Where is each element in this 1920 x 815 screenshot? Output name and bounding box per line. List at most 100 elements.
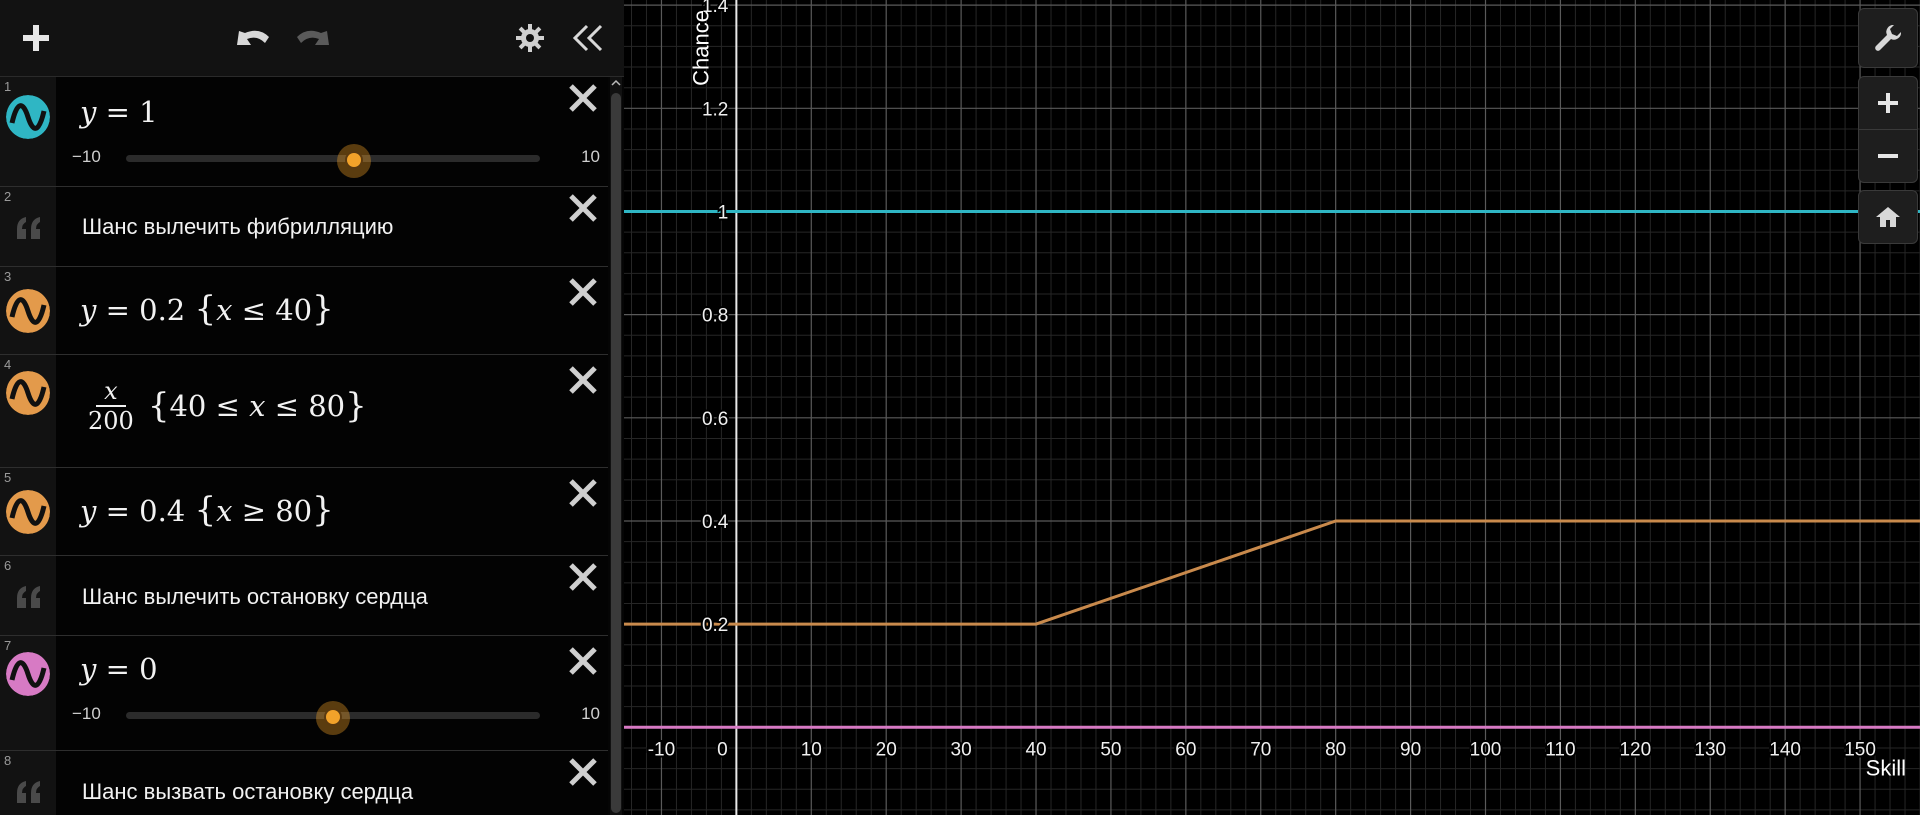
note-row-2[interactable]: 2 Шанс вылечить фибрилляцию <box>0 187 608 267</box>
brace-close: } <box>312 490 334 530</box>
expression-math[interactable]: x 200 { 40 ≤ x ≤ 80 } <box>88 377 367 435</box>
delete-expression-icon[interactable] <box>566 755 600 789</box>
note-text[interactable]: Шанс вызвать остановку сердца <box>82 779 413 805</box>
graph-color-icon[interactable] <box>6 371 50 415</box>
expression-math[interactable]: y = 1 <box>80 95 158 129</box>
slider-min: −10 <box>72 147 101 166</box>
brace-close: } <box>312 289 334 329</box>
slider-max: 10 <box>581 704 600 723</box>
x-tick-label: 40 <box>1025 739 1046 760</box>
y-tick-label: 0.4 <box>702 512 729 533</box>
double-chevron-left-icon <box>572 24 603 52</box>
delete-expression-icon[interactable] <box>566 191 600 225</box>
delete-expression-icon[interactable] <box>566 644 600 678</box>
cond-term: x <box>249 389 266 423</box>
slider-knob[interactable] <box>346 153 361 167</box>
cond-op: ≤ <box>241 293 267 327</box>
cond-op: ≥ <box>241 494 267 528</box>
expression-math[interactable]: y = 0.4 {x ≥ 80} <box>80 490 334 530</box>
note-row-6[interactable]: 6 Шанс вылечить остановку сердца <box>0 556 608 636</box>
x-tick-label: 80 <box>1325 739 1346 760</box>
brace-open: { <box>194 289 217 329</box>
x-tick-label: 140 <box>1769 739 1801 760</box>
math-op: = <box>105 652 130 686</box>
brace-close: } <box>345 386 367 426</box>
slider-track[interactable] <box>126 701 540 735</box>
row-index: 2 <box>4 189 12 204</box>
slider-knob[interactable] <box>326 710 340 724</box>
slider-min: −10 <box>72 704 101 723</box>
graph-color-icon[interactable] <box>6 652 50 696</box>
add-expression-button[interactable] <box>12 14 60 62</box>
slider-max: 10 <box>581 147 600 166</box>
expression-math[interactable]: y = 0 <box>80 652 158 686</box>
cond-term: 40 <box>169 389 207 423</box>
cond-term: x <box>216 293 233 327</box>
note-text[interactable]: Шанс вылечить фибрилляцию <box>82 214 393 240</box>
expression-list-scrollbar[interactable] <box>610 77 622 815</box>
math-lhs: y <box>80 293 97 327</box>
graph-color-icon[interactable] <box>6 95 50 139</box>
math-op: = <box>105 293 130 327</box>
y-axis-title: Chance <box>688 10 713 86</box>
cond-op: ≤ <box>215 389 240 423</box>
expression-row-4[interactable]: 4 x 200 { 40 ≤ x ≤ 80 } <box>0 355 608 468</box>
wrench-icon <box>1875 24 1902 51</box>
expression-row-3[interactable]: 3 y = 0.2 {x ≤ 40} <box>0 267 608 355</box>
brace-open: { <box>194 490 217 530</box>
expression-row-5[interactable]: 5 y = 0.4 {x ≥ 80} <box>0 468 608 556</box>
y-tick-label: 0.2 <box>702 615 728 636</box>
x-tick-label: 130 <box>1694 739 1726 760</box>
x-tick-label: 60 <box>1175 739 1196 760</box>
x-axis-title: Skill <box>1866 755 1906 780</box>
math-lhs: y <box>80 652 97 686</box>
delete-expression-icon[interactable] <box>566 363 600 397</box>
y-tick-label: 0.8 <box>702 306 728 327</box>
graph-color-icon[interactable] <box>6 490 50 534</box>
y-tick-label: 0.6 <box>702 409 728 430</box>
delete-expression-icon[interactable] <box>566 476 600 510</box>
collapse-panel-button[interactable] <box>564 14 612 62</box>
delete-expression-icon[interactable] <box>566 275 600 309</box>
zoom-out-button[interactable] <box>1858 129 1918 183</box>
math-rhs: 0 <box>139 652 158 686</box>
math-rhs: 1 <box>139 95 158 129</box>
undo-button[interactable] <box>230 14 278 62</box>
settings-button[interactable] <box>506 14 554 62</box>
tick-labels: -10 0 10 20 30 40 50 60 70 80 90 100 110 120 130 140 150… <box>646 0 1878 762</box>
cond-term: x <box>216 494 233 528</box>
graph-color-icon[interactable] <box>6 289 50 333</box>
x-tick-label: 10 <box>801 739 822 760</box>
zoom-in-button[interactable] <box>1858 76 1918 130</box>
fraction-denominator: 200 <box>88 407 134 435</box>
note-row-8[interactable]: 8 Шанс вызвать остановку сердца <box>0 751 608 815</box>
value-slider[interactable]: −10 10 <box>70 700 600 735</box>
graph-canvas[interactable]: -10 0 10 20 30 40 50 60 70 80 90 100 110 120 130 140 150… <box>624 0 1920 815</box>
cond-term: 40 <box>275 293 313 327</box>
x-tick-label: 50 <box>1100 739 1121 760</box>
cond-term: 80 <box>308 389 346 423</box>
expression-row-1[interactable]: 1 y = 1 −10 10 <box>0 77 608 187</box>
x-tick-label: 70 <box>1250 739 1271 760</box>
default-viewport-button[interactable] <box>1858 190 1918 244</box>
math-lhs: y <box>80 494 97 528</box>
graph-plot[interactable]: -10 0 10 20 30 40 50 60 70 80 90 100 110 120 130 140 150… <box>624 0 1920 815</box>
value-slider[interactable]: −10 10 <box>70 143 600 178</box>
graph-settings-button[interactable] <box>1858 8 1918 68</box>
quote-icon <box>17 217 40 239</box>
slider-track[interactable] <box>126 144 540 178</box>
x-tick-label: 20 <box>876 739 897 760</box>
expression-math[interactable]: y = 0.2 {x ≤ 40} <box>80 289 334 329</box>
minor-grid <box>624 0 1920 815</box>
delete-expression-icon[interactable] <box>566 81 600 115</box>
note-text[interactable]: Шанс вылечить остановку сердца <box>82 584 428 610</box>
scroll-up-arrow-icon[interactable] <box>610 77 622 89</box>
cond-op: ≤ <box>274 389 299 423</box>
expression-row-7[interactable]: 7 y = 0 −10 10 <box>0 636 608 751</box>
delete-expression-icon[interactable] <box>566 560 600 594</box>
plus-icon <box>23 25 49 51</box>
x-tick-label: 30 <box>951 739 972 760</box>
redo-button[interactable] <box>288 14 336 62</box>
math-rhs: 0.4 <box>139 494 186 528</box>
scrollbar-thumb[interactable] <box>611 93 621 813</box>
